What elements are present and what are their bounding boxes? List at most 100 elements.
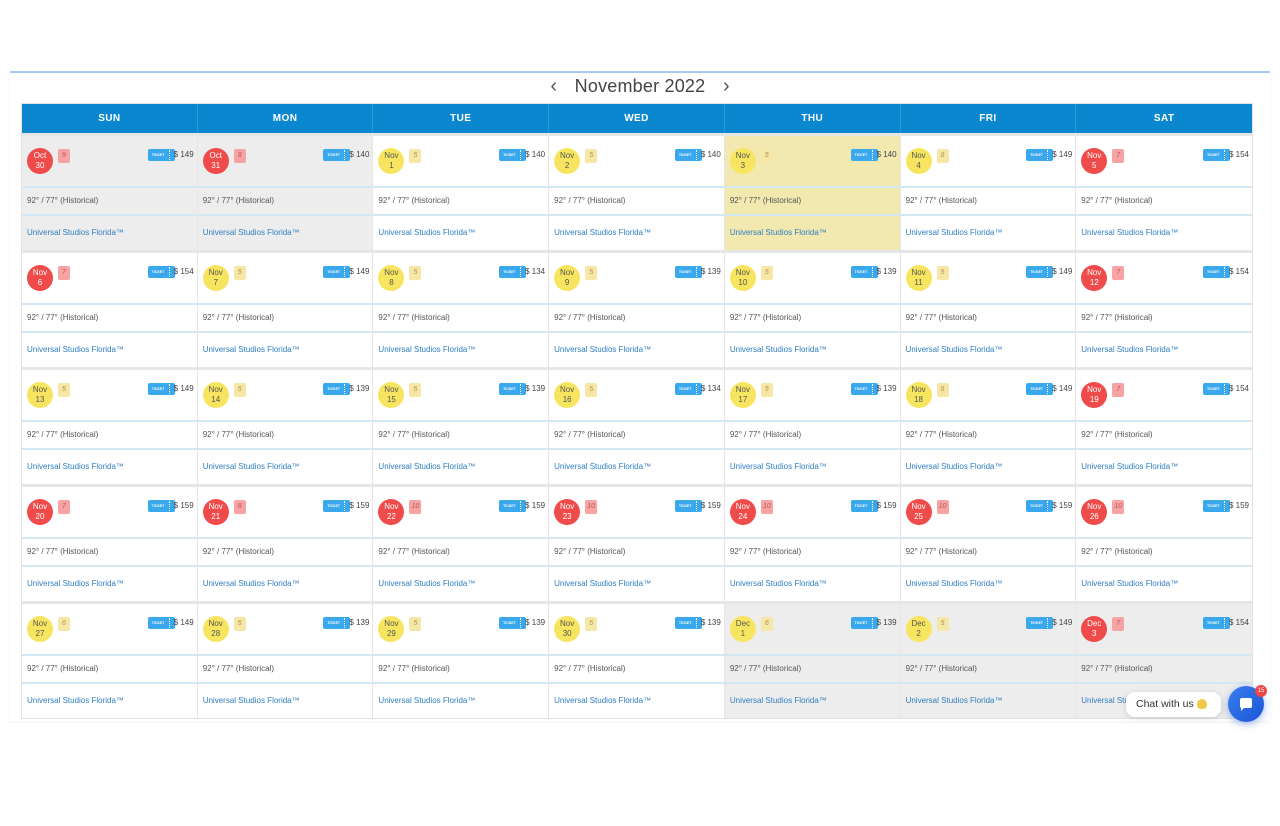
- park-link[interactable]: Universal Studios Florida™: [725, 450, 900, 484]
- ticket-icon[interactable]: TICKET: [1202, 617, 1230, 629]
- ticket-icon[interactable]: TICKET: [1026, 617, 1054, 629]
- park-link[interactable]: Universal Studios Florida™: [373, 216, 548, 250]
- ticket-icon[interactable]: TICKET: [1026, 383, 1054, 395]
- ticket-icon[interactable]: TICKET: [1026, 500, 1054, 512]
- park-link[interactable]: Universal Studios Florida™: [549, 450, 724, 484]
- day-cell[interactable]: Nov 20 7 TICKET $ 159 92° / 77° (Historical) U…: [22, 487, 198, 601]
- chevron-left-icon[interactable]: ‹: [545, 76, 563, 96]
- day-cell[interactable]: Nov 22 10 TICKET $ 159 92° / 77° (Historical)…: [373, 487, 550, 601]
- day-cell[interactable]: Nov 15 5 TICKET $ 139 92° / 77° (Historical) U…: [373, 370, 550, 484]
- day-cell[interactable]: Nov 12 7 TICKET $ 154 92° / 77° (Historical) U…: [1076, 253, 1252, 367]
- ticket-icon[interactable]: TICKET: [147, 149, 175, 161]
- day-cell[interactable]: Nov 16 5 TICKET $ 134 92° / 77° (Historical) U…: [549, 370, 725, 484]
- chevron-right-icon[interactable]: ›: [717, 76, 735, 96]
- ticket-icon[interactable]: TICKET: [323, 383, 351, 395]
- ticket-icon[interactable]: TICKET: [1026, 149, 1054, 161]
- park-link[interactable]: Universal Studios Florida™: [198, 216, 373, 250]
- day-cell[interactable]: Nov 24 10 TICKET $ 159 92° / 77° (Historical)…: [724, 487, 901, 601]
- park-link[interactable]: Universal Studios Florida™: [22, 567, 197, 601]
- park-link[interactable]: Universal Studios Florida™: [901, 450, 1076, 484]
- day-cell[interactable]: Nov 3 5 TICKET $ 140 92° / 77° (Historical) Un…: [724, 136, 901, 250]
- day-cell[interactable]: Nov 9 5 TICKET $ 139 92° / 77° (Historical) Un…: [549, 253, 725, 367]
- park-link[interactable]: Universal Studios Florida™: [725, 216, 900, 250]
- day-cell[interactable]: Nov 7 5 TICKET $ 149 92° / 77° (Historical) Un…: [197, 253, 374, 367]
- park-link[interactable]: Universal Studios Florida™: [1076, 567, 1252, 601]
- park-link[interactable]: Universal Studios Florida™: [725, 684, 900, 718]
- day-cell[interactable]: Nov 17 5 TICKET $ 139 92° / 77° (Historical) U…: [724, 370, 901, 484]
- ticket-icon[interactable]: TICKET: [499, 266, 527, 278]
- ticket-icon[interactable]: TICKET: [1202, 383, 1230, 395]
- day-cell[interactable]: Nov 27 6 TICKET $ 149 92° / 77° (Historical) U…: [22, 604, 198, 718]
- day-cell[interactable]: Nov 4 6 TICKET $ 149 92° / 77° (Historical) Un…: [900, 136, 1077, 250]
- park-link[interactable]: Universal Studios Florida™: [549, 684, 724, 718]
- ticket-icon[interactable]: TICKET: [323, 617, 351, 629]
- day-cell[interactable]: Nov 26 10 TICKET $ 159 92° / 77° (Historical)…: [1076, 487, 1252, 601]
- ticket-icon[interactable]: TICKET: [147, 383, 175, 395]
- park-link[interactable]: Universal Studios Florida™: [901, 684, 1076, 718]
- ticket-icon[interactable]: TICKET: [1026, 266, 1054, 278]
- park-link[interactable]: Universal Studios Florida™: [22, 333, 197, 367]
- day-cell[interactable]: Nov 1 5 TICKET $ 140 92° / 77° (Historical) Un…: [373, 136, 550, 250]
- ticket-icon[interactable]: TICKET: [499, 149, 527, 161]
- ticket-icon[interactable]: TICKET: [850, 149, 878, 161]
- park-link[interactable]: Universal Studios Florida™: [373, 450, 548, 484]
- ticket-icon[interactable]: TICKET: [850, 383, 878, 395]
- ticket-icon[interactable]: TICKET: [674, 617, 702, 629]
- day-cell[interactable]: Oct 30 9 TICKET $ 149 92° / 77° (Historical) U…: [22, 136, 198, 250]
- day-cell[interactable]: Dec 1 6 TICKET $ 139 92° / 77° (Historical) Un…: [724, 604, 901, 718]
- park-link[interactable]: Universal Studios Florida™: [1076, 333, 1252, 367]
- park-link[interactable]: Universal Studios Florida™: [549, 567, 724, 601]
- ticket-icon[interactable]: TICKET: [674, 266, 702, 278]
- park-link[interactable]: Universal Studios Florida™: [22, 684, 197, 718]
- day-cell[interactable]: Nov 6 7 TICKET $ 154 92° / 77° (Historical) Un…: [22, 253, 198, 367]
- ticket-icon[interactable]: TICKET: [499, 617, 527, 629]
- ticket-icon[interactable]: TICKET: [850, 617, 878, 629]
- ticket-icon[interactable]: TICKET: [850, 500, 878, 512]
- park-link[interactable]: Universal Studios Florida™: [198, 333, 373, 367]
- day-cell[interactable]: Nov 11 5 TICKET $ 149 92° / 77° (Historical) U…: [900, 253, 1077, 367]
- park-link[interactable]: Universal Studios Florida™: [549, 216, 724, 250]
- day-cell[interactable]: Nov 19 7 TICKET $ 154 92° / 77° (Historical) U…: [1076, 370, 1252, 484]
- park-link[interactable]: Universal Studios Florida™: [725, 333, 900, 367]
- park-link[interactable]: Universal Studios Florida™: [198, 567, 373, 601]
- ticket-icon[interactable]: TICKET: [323, 500, 351, 512]
- day-cell[interactable]: Nov 30 5 TICKET $ 139 92° / 77° (Historical) U…: [549, 604, 725, 718]
- day-cell[interactable]: Nov 21 8 TICKET $ 159 92° / 77° (Historical) U…: [197, 487, 374, 601]
- ticket-icon[interactable]: TICKET: [499, 500, 527, 512]
- day-cell[interactable]: Nov 29 5 TICKET $ 139 92° / 77° (Historical) U…: [373, 604, 550, 718]
- day-cell[interactable]: Nov 10 5 TICKET $ 139 92° / 77° (Historical) U…: [724, 253, 901, 367]
- ticket-icon[interactable]: TICKET: [323, 149, 351, 161]
- park-link[interactable]: Universal Studios Florida™: [198, 450, 373, 484]
- day-cell[interactable]: Nov 8 5 TICKET $ 134 92° / 77° (Historical) Un…: [373, 253, 550, 367]
- ticket-icon[interactable]: TICKET: [323, 266, 351, 278]
- park-link[interactable]: Universal Studios Florida™: [901, 333, 1076, 367]
- day-cell[interactable]: Nov 18 6 TICKET $ 149 92° / 77° (Historical) U…: [900, 370, 1077, 484]
- chat-with-us-button[interactable]: Chat with us: [1126, 692, 1221, 717]
- park-link[interactable]: Universal Studios Florida™: [1076, 216, 1252, 250]
- ticket-icon[interactable]: TICKET: [1202, 266, 1230, 278]
- ticket-icon[interactable]: TICKET: [147, 500, 175, 512]
- ticket-icon[interactable]: TICKET: [674, 500, 702, 512]
- day-cell[interactable]: Nov 5 7 TICKET $ 154 92° / 77° (Historical) Un…: [1076, 136, 1252, 250]
- park-link[interactable]: Universal Studios Florida™: [901, 216, 1076, 250]
- ticket-icon[interactable]: TICKET: [1202, 500, 1230, 512]
- day-cell[interactable]: Nov 28 5 TICKET $ 139 92° / 77° (Historical) U…: [197, 604, 374, 718]
- day-cell[interactable]: Nov 13 5 TICKET $ 149 92° / 77° (Historical) U…: [22, 370, 198, 484]
- park-link[interactable]: Universal Studios Florida™: [725, 567, 900, 601]
- park-link[interactable]: Universal Studios Florida™: [373, 567, 548, 601]
- day-cell[interactable]: Nov 14 5 TICKET $ 139 92° / 77° (Historical) U…: [197, 370, 374, 484]
- park-link[interactable]: Universal Studios Florida™: [198, 684, 373, 718]
- park-link[interactable]: Universal Studios Florida™: [22, 216, 197, 250]
- park-link[interactable]: Universal Studios Florida™: [1076, 450, 1252, 484]
- ticket-icon[interactable]: TICKET: [1202, 149, 1230, 161]
- park-link[interactable]: Universal Studios Florida™: [549, 333, 724, 367]
- park-link[interactable]: Universal Studios Florida™: [901, 567, 1076, 601]
- ticket-icon[interactable]: TICKET: [674, 149, 702, 161]
- day-cell[interactable]: Dec 2 5 TICKET $ 149 92° / 77° (Historical) Un…: [900, 604, 1077, 718]
- park-link[interactable]: Universal Studios Florida™: [22, 450, 197, 484]
- day-cell[interactable]: Oct 31 8 TICKET $ 140 92° / 77° (Historical) U…: [197, 136, 374, 250]
- ticket-icon[interactable]: TICKET: [499, 383, 527, 395]
- day-cell[interactable]: Nov 23 10 TICKET $ 159 92° / 77° (Historical)…: [549, 487, 725, 601]
- ticket-icon[interactable]: TICKET: [147, 617, 175, 629]
- ticket-icon[interactable]: TICKET: [674, 383, 702, 395]
